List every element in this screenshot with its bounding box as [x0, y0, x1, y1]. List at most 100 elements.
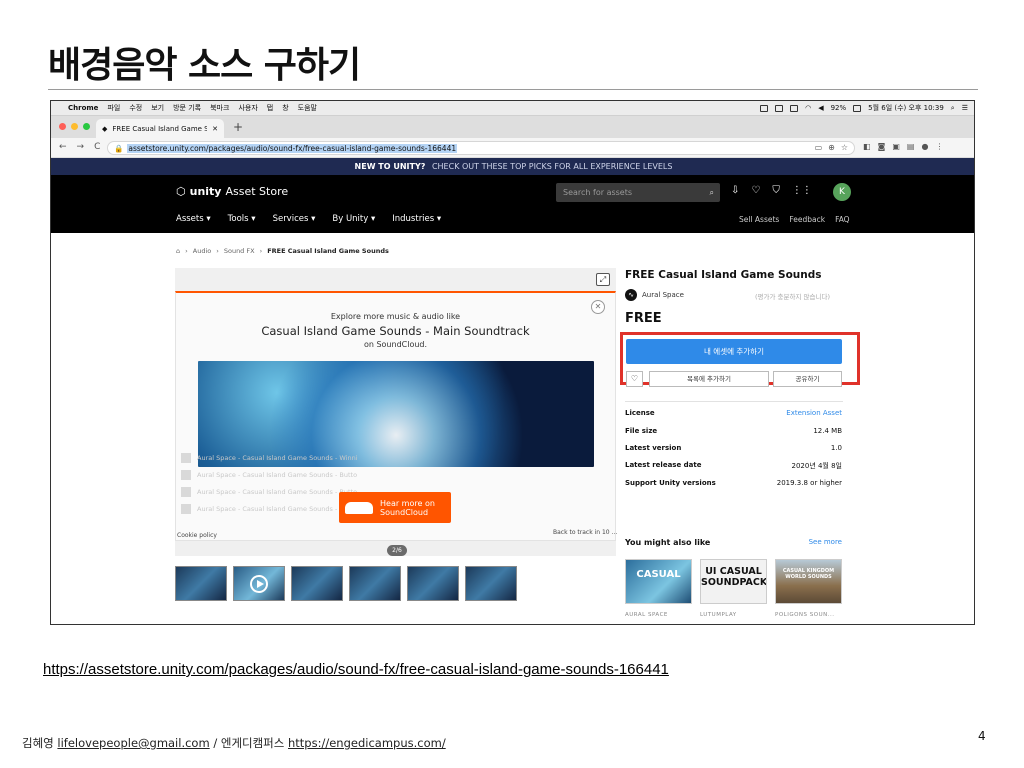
menu-app-name[interactable]: Chrome [68, 104, 98, 112]
status-icon[interactable] [775, 104, 784, 112]
nav-services[interactable]: Services ▾ [273, 214, 316, 224]
tab-title: FREE Casual Island Game Sou [112, 124, 208, 133]
add-to-my-assets-button[interactable]: 내 에셋에 추가하기 [626, 339, 842, 364]
spotlight-icon[interactable]: ⌕ [951, 104, 955, 113]
slide-title: 배경음악 소스 구하기 [48, 45, 361, 86]
faq-link[interactable]: FAQ [835, 215, 850, 224]
extension-icon[interactable]: ▤ [907, 142, 915, 151]
volume-icon[interactable]: ◀ [818, 104, 823, 112]
avatar[interactable]: K [833, 183, 851, 201]
menu-bookmarks[interactable]: 북마크 [210, 103, 229, 113]
nav-by-unity[interactable]: By Unity ▾ [332, 214, 375, 224]
gallery-thumbnail-video[interactable] [233, 566, 285, 601]
sell-assets-link[interactable]: Sell Assets [739, 215, 779, 224]
gallery-thumbnail[interactable] [349, 566, 401, 601]
status-icon[interactable] [790, 104, 799, 112]
close-window-button[interactable] [59, 123, 66, 130]
menu-edit[interactable]: 수정 [129, 103, 142, 113]
cart-icon[interactable]: ⛉ [772, 185, 780, 196]
publisher[interactable]: ∿ Aural Space [625, 289, 684, 301]
status-icon[interactable] [760, 104, 769, 112]
reload-button[interactable]: C [94, 142, 100, 152]
publisher-name[interactable]: Aural Space [642, 291, 684, 299]
asset-url-link[interactable]: https://assetstore.unity.com/packages/au… [43, 661, 669, 678]
store-logo[interactable]: ⬡ unity Asset Store [176, 185, 288, 198]
install-icon[interactable]: ▭ [815, 143, 823, 152]
breadcrumb-sound-fx[interactable]: Sound FX [224, 247, 255, 255]
author-email-link[interactable]: lifelovepeople@gmail.com [57, 736, 209, 750]
recommended-asset[interactable]: CASUAL KINGDOM WORLD SOUNDS [775, 559, 842, 604]
address-url[interactable]: assetstore.unity.com/packages/audio/soun… [127, 143, 458, 153]
extension-icon[interactable]: ▣ [892, 142, 900, 151]
home-icon[interactable]: ⌂ [176, 247, 180, 255]
expand-icon[interactable]: ⤢ [596, 273, 610, 286]
zoom-icon[interactable]: ⊕ [828, 143, 835, 152]
menu-history[interactable]: 방문 기록 [173, 103, 201, 113]
menu-view[interactable]: 보기 [151, 103, 164, 113]
feedback-link[interactable]: Feedback [789, 215, 825, 224]
download-icon[interactable]: ⇩ [731, 185, 739, 196]
breadcrumb: ⌂ › Audio › Sound FX › FREE Casual Island G… [176, 247, 389, 255]
track-icon [181, 470, 191, 480]
see-more-link[interactable]: See more [809, 538, 842, 547]
back-button[interactable]: ← [59, 142, 67, 152]
recommended-asset[interactable]: UI CASUAL SOUNDPACK [700, 559, 767, 604]
gallery-thumbnail[interactable] [175, 566, 227, 601]
list-item[interactable]: Aural Space - Casual Island Game Sounds … [181, 451, 609, 465]
menu-tab[interactable]: 탭 [267, 103, 273, 113]
tab-close-icon[interactable]: ✕ [212, 125, 218, 133]
menu-help[interactable]: 도움말 [298, 103, 317, 113]
footer-separator: / [213, 736, 218, 750]
gallery-thumbnail[interactable] [407, 566, 459, 601]
search-icon[interactable]: ⌕ [710, 183, 714, 202]
menu-file[interactable]: 파일 [107, 103, 120, 113]
apps-grid-icon[interactable]: ⋮⋮ [792, 185, 812, 196]
store-nav-right: Sell Assets Feedback FAQ [739, 215, 850, 224]
browser-tabbar: ◆ FREE Casual Island Game Sou ✕ + [51, 116, 974, 138]
menu-people[interactable]: 사용자 [238, 103, 257, 113]
promo-banner[interactable]: NEW TO UNITY? CHECK OUT THESE TOP PICKS … [51, 158, 974, 175]
breadcrumb-audio[interactable]: Audio [193, 247, 211, 255]
add-to-list-button[interactable]: 목록에 추가하기 [649, 371, 769, 387]
gallery-thumbnail[interactable] [291, 566, 343, 601]
list-item[interactable]: Aural Space - Casual Island Game Sounds … [181, 468, 609, 482]
battery-percent[interactable]: 92% [831, 104, 847, 112]
page-number: 4 [978, 729, 986, 743]
hear-more-soundcloud-button[interactable]: Hear more on SoundCloud [339, 492, 451, 523]
menu-window[interactable]: 창 [282, 103, 288, 113]
new-tab-button[interactable]: + [233, 120, 243, 134]
menubar-clock[interactable]: 5월 6일 (수) 오후 10:39 [868, 103, 944, 113]
nav-industries[interactable]: Industries ▾ [392, 214, 441, 224]
profile-icon[interactable]: ● [921, 142, 928, 151]
minimize-window-button[interactable] [71, 123, 78, 130]
nav-assets[interactable]: Assets ▾ [176, 214, 211, 224]
share-button[interactable]: 공유하기 [773, 371, 842, 387]
extension-icon[interactable]: ◧ [863, 142, 871, 151]
recommended-asset[interactable]: CASUAL [625, 559, 692, 604]
wishlist-heart-icon[interactable]: ♡ [626, 371, 643, 387]
browser-tab[interactable]: ◆ FREE Casual Island Game Sou ✕ [96, 119, 224, 138]
org-site-link[interactable]: https://engedicampus.com/ [288, 736, 446, 750]
zoom-window-button[interactable] [83, 123, 90, 130]
nav-tools[interactable]: Tools ▾ [228, 214, 256, 224]
store-search-input[interactable]: Search for assets ⌕ [556, 183, 720, 202]
back-to-track-link[interactable]: Back to track in 10 ... [553, 529, 617, 536]
extension-icon[interactable]: ◙ [878, 142, 886, 151]
bookmark-star-icon[interactable]: ☆ [841, 143, 848, 152]
recommended-publisher[interactable]: AURAL SPACE [625, 612, 668, 618]
battery-icon[interactable] [853, 104, 862, 112]
notification-center-icon[interactable]: ☰ [962, 104, 968, 112]
license-link[interactable]: Extension Asset [786, 409, 842, 417]
unity-logo-icon: ⬡ [176, 185, 186, 198]
cookie-policy-link[interactable]: Cookie policy [177, 532, 217, 539]
gallery-thumbnail[interactable] [465, 566, 517, 601]
wishlist-heart-icon[interactable]: ♡ [751, 185, 760, 196]
slide-footer: 김혜영 lifelovepeople@gmail.com / 엔게디캠퍼스 ht… [22, 735, 446, 751]
soundcloud-intro: Explore more music & audio like [330, 312, 461, 321]
browser-menu-icon[interactable]: ⋮ [935, 142, 943, 151]
wifi-icon[interactable]: ◠ [805, 104, 811, 112]
recommended-publisher[interactable]: POLIGONS SOUN... [775, 612, 834, 618]
address-bar[interactable]: 🔒 assetstore.unity.com/packages/audio/so… [107, 141, 855, 155]
recommended-publisher[interactable]: LUTUMPLAY [700, 612, 737, 618]
forward-button[interactable]: → [77, 142, 85, 152]
